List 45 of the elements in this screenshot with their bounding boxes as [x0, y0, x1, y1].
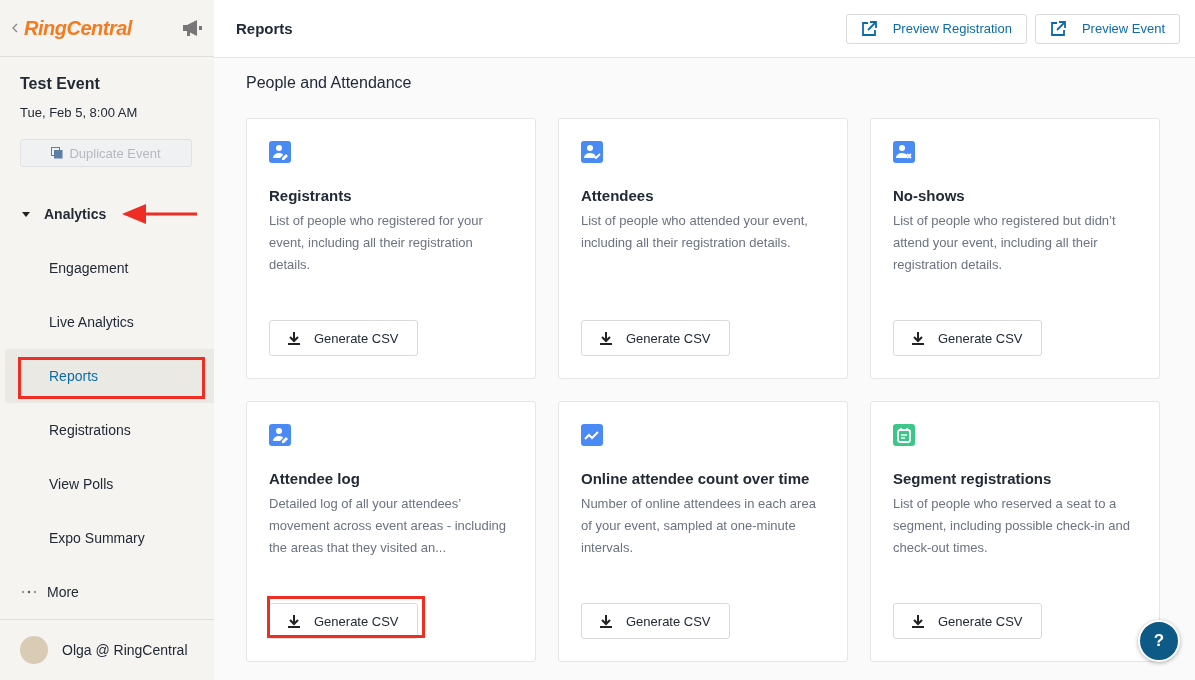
- nav-item[interactable]: Engagement: [5, 241, 214, 295]
- card-description: List of people who registered but didn’t attend your event, including all their registration details.: [893, 212, 1117, 274]
- card-description: Detailed log of all your attendees’ movement across event areas - including the areas that they visited an...: [269, 495, 507, 557]
- preview-button[interactable]: Preview Event: [1034, 13, 1180, 44]
- logo: RingCentral: [24, 16, 132, 40]
- generate-csv-button[interactable]: Generate CSV: [581, 603, 730, 639]
- user-name[interactable]: Olga @ RingCentral: [62, 642, 188, 658]
- event-title: Test Event: [20, 75, 101, 93]
- section-title: People and Attendance: [246, 74, 413, 92]
- generate-csv-button[interactable]: Generate CSV: [893, 603, 1042, 639]
- card-description: List of people who registered for your event, including all their registration details.: [269, 212, 484, 274]
- card-title: Registrants: [269, 187, 353, 204]
- page-title: Reports: [236, 20, 294, 37]
- more-dots-icon: [21, 590, 37, 594]
- generate-csv-button[interactable]: Generate CSV: [893, 320, 1042, 356]
- download-icon: [288, 614, 300, 628]
- copy-icon: [51, 147, 64, 159]
- download-icon: [912, 331, 924, 345]
- nav-item[interactable]: View Polls: [5, 457, 214, 511]
- card-title: No-shows: [893, 187, 966, 204]
- nav-item[interactable]: Registrations: [5, 403, 214, 457]
- back-chevron-icon[interactable]: [12, 23, 18, 33]
- card-title: Attendee log: [269, 470, 361, 487]
- more-link[interactable]: More: [47, 584, 79, 600]
- generate-csv-button[interactable]: Generate CSV: [269, 320, 418, 356]
- caret-icon[interactable]: [22, 210, 30, 218]
- download-icon: [912, 614, 924, 628]
- download-icon: [600, 331, 612, 345]
- card-description: List of people who attended your event, including all their registration details.: [581, 212, 809, 252]
- nav-item[interactable]: Expo Summary: [5, 511, 214, 565]
- card-description: List of people who reserved a seat to a segment, including possible check-in and check-out times.: [893, 495, 1132, 557]
- download-icon: [600, 614, 612, 628]
- card-description: Number of online attendees in each area of your event, sampled at one-minute intervals.: [581, 495, 817, 557]
- generate-csv-button[interactable]: Generate CSV: [581, 320, 730, 356]
- external-link-icon: [1049, 20, 1066, 37]
- card-title: Segment registrations: [893, 470, 1053, 487]
- event-date: Tue, Feb 5, 8:00 AM: [20, 105, 139, 120]
- external-link-icon: [860, 20, 877, 37]
- nav-item[interactable]: Live Analytics: [5, 295, 214, 349]
- megaphone-icon[interactable]: [182, 20, 202, 36]
- card-title: Online attendee count over time: [581, 470, 811, 487]
- preview-button[interactable]: Preview Registration: [845, 13, 1027, 44]
- card-title: Attendees: [581, 187, 655, 204]
- section-label[interactable]: Analytics: [44, 206, 107, 222]
- download-icon: [288, 331, 300, 345]
